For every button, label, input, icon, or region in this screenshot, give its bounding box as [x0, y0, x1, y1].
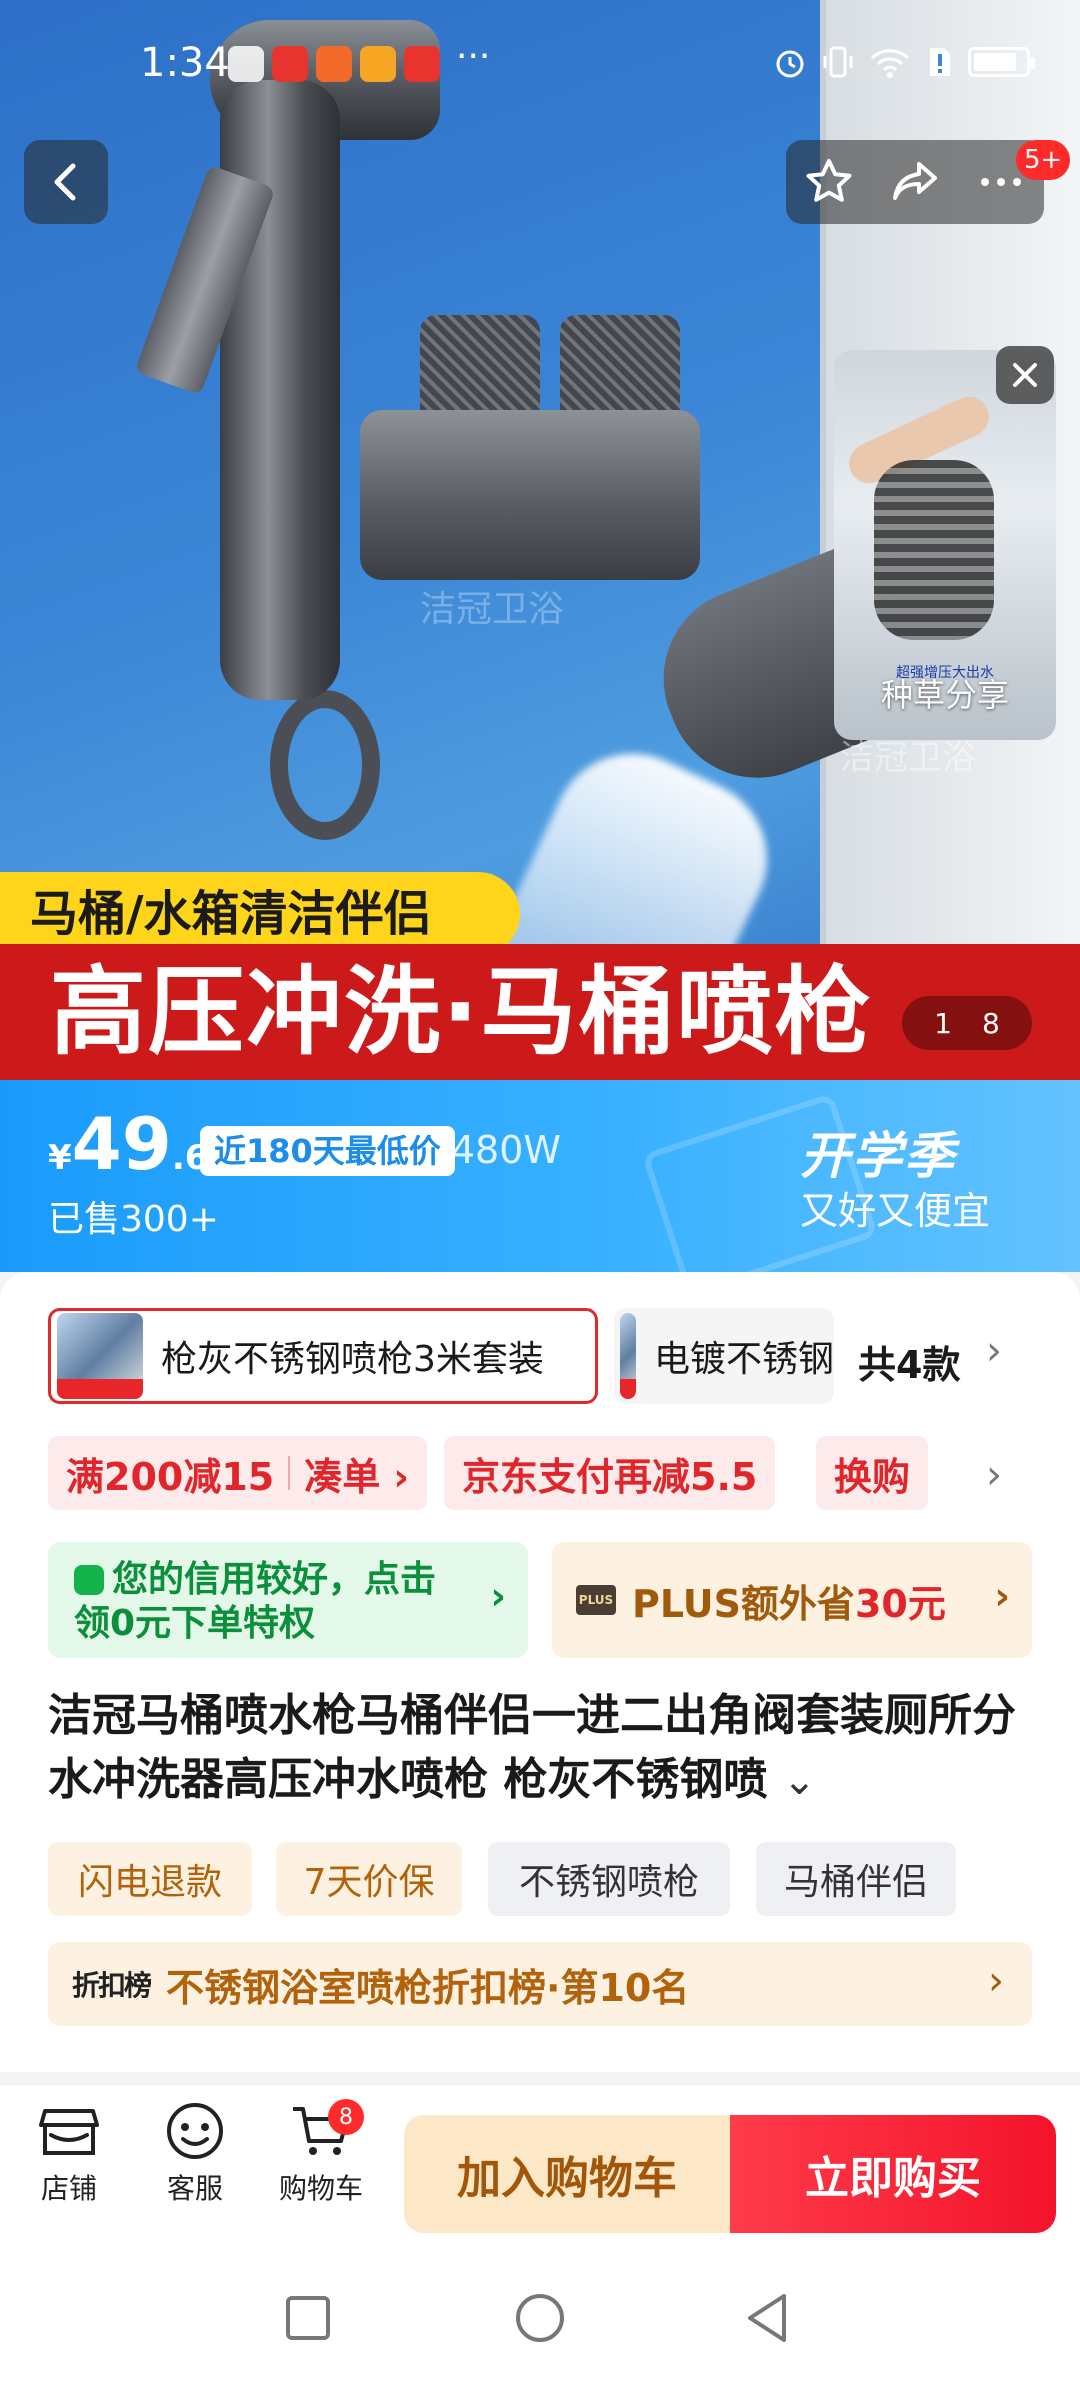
star-icon[interactable]: [803, 156, 855, 208]
variant-thumbnail: [57, 1313, 143, 1399]
app-notification-icon: [316, 46, 352, 82]
product-info-card: 枪灰不锈钢喷枪3米套装 电镀不锈钢 共4款 › 满200减15 凑单 › 京东支…: [0, 1272, 1080, 2072]
status-time: 1:34: [140, 40, 230, 86]
more-notifications-icon: ···: [456, 36, 491, 77]
plus-savings-banner[interactable]: PLUS PLUS额外省 30元 ›: [552, 1542, 1032, 1658]
message-badge: 5+: [1016, 140, 1071, 180]
price: ¥49.6: [48, 1102, 208, 1186]
product-title[interactable]: 洁冠马桶喷水枪马桶伴侣一进二出角阀套装厕所分水冲洗器高压冲水喷枪 枪灰不锈钢喷 …: [48, 1684, 1048, 1813]
image-counter-current: 1: [934, 1006, 952, 1040]
recent-apps-icon[interactable]: [284, 2294, 332, 2342]
exchange-promo[interactable]: 换购: [816, 1436, 929, 1510]
promo-add-items: 凑单 ›: [304, 1454, 410, 1499]
variant-label: 枪灰不锈钢喷枪3米套装: [161, 1339, 544, 1380]
store-icon: [39, 2109, 99, 2155]
system-navigation-bar: [0, 2244, 1080, 2400]
angle-valve: [360, 410, 700, 580]
lowest-price-tag: 近180天最低价: [200, 1126, 455, 1176]
vibrate-icon: [823, 46, 853, 78]
chevron-down-icon[interactable]: ⌄: [783, 1758, 817, 1804]
discount-rank-logo: 折扣榜: [72, 1969, 152, 2002]
promo-season-subtitle: 又好又便宜: [800, 1189, 991, 1233]
shop-label: 店铺: [40, 2172, 97, 2205]
price-currency: ¥: [48, 1138, 72, 1178]
video-thumbnail-hose: [874, 460, 994, 640]
variant-thumbnail: [620, 1313, 636, 1399]
promo-discount: 满200减15: [66, 1454, 275, 1499]
back-nav-icon[interactable]: [744, 2292, 792, 2344]
promo-divider: [288, 1456, 291, 1490]
customer-service-label: 客服: [166, 2172, 223, 2205]
shop-button[interactable]: 店铺: [14, 2101, 124, 2207]
battery-icon: [968, 47, 1035, 77]
tag-price-protection[interactable]: 7天价保: [276, 1842, 462, 1916]
top-action-group: [786, 140, 1044, 224]
back-button[interactable]: [24, 140, 108, 224]
floating-video-close-button[interactable]: [996, 346, 1054, 404]
price-banner: ¥49.6 74257480W 近180天最低价 已售300+ 开学季 又好又便…: [0, 1080, 1080, 1272]
credit-icon: [74, 1565, 104, 1595]
share-icon[interactable]: [889, 156, 941, 208]
discount-rank-text: 不锈钢浴室喷枪折扣榜·第10名: [166, 1965, 690, 2010]
notification-icon: [228, 46, 264, 82]
hose: [270, 690, 380, 840]
variant-label: 电镀不锈钢: [653, 1339, 834, 1380]
chat-face-icon: [167, 2103, 223, 2159]
valve-knob-left: [420, 315, 540, 425]
coupon-promo[interactable]: 满200减15 凑单 ›: [48, 1436, 428, 1510]
tag-fast-refund[interactable]: 闪电退款: [48, 1842, 252, 1916]
buy-now-button[interactable]: 立即购买: [730, 2115, 1056, 2233]
variant-count[interactable]: 共4款: [858, 1334, 960, 1389]
app-notification-icon: [360, 46, 396, 82]
plus-text: PLUS额外省: [632, 1581, 855, 1626]
tag-toilet-companion[interactable]: 马桶伴侣: [756, 1842, 956, 1916]
huawei-app-icon: [272, 46, 308, 82]
image-counter-total: 8: [982, 1006, 1000, 1040]
wifi-icon: [870, 49, 910, 78]
chevron-right-icon: ›: [490, 1574, 506, 1618]
spray-gun-handle: [220, 80, 340, 700]
chevron-right-icon[interactable]: ›: [986, 1452, 1002, 1498]
floating-video-label[interactable]: 种草分享: [834, 670, 1056, 716]
system-status-icons: [772, 44, 1035, 80]
chevron-left-icon: [54, 163, 76, 201]
tag-stainless-gun[interactable]: 不锈钢喷枪: [488, 1842, 730, 1916]
discount-rank-banner[interactable]: 折扣榜 不锈钢浴室喷枪折扣榜·第10名 ›: [48, 1942, 1032, 2026]
valve-knob-right: [560, 315, 680, 425]
credit-privilege-banner[interactable]: 您的信用较好，点击领0元下单特权 ›: [48, 1542, 528, 1658]
alarm-icon: [776, 50, 804, 78]
home-icon[interactable]: [514, 2292, 566, 2344]
bottom-action-bar: 店铺 客服 8 购物车 加入购物车 立即购买: [0, 2084, 1080, 2244]
chevron-right-icon: ›: [994, 1574, 1010, 1618]
customer-service-button[interactable]: 客服: [140, 2101, 250, 2207]
sim-alert-icon: [930, 48, 950, 76]
huawei-app-icon: [404, 46, 440, 82]
close-icon: [1013, 363, 1037, 387]
payment-promo[interactable]: 京东支付再减5.5: [444, 1436, 776, 1510]
add-to-cart-button[interactable]: 加入购物车: [404, 2115, 730, 2233]
sold-count: 已售300+: [48, 1199, 219, 1240]
plus-amount: 30元: [854, 1581, 946, 1626]
cart-button[interactable]: 8 购物车: [266, 2099, 376, 2207]
plus-logo-icon: PLUS: [576, 1585, 616, 1615]
variant-option-selected[interactable]: 枪灰不锈钢喷枪3米套装: [48, 1308, 598, 1404]
product-title-text: 洁冠马桶喷水枪马桶伴侣一进二出角阀套装厕所分水冲洗器高压冲水喷枪 枪灰不锈钢喷: [48, 1690, 1016, 1805]
price-integer: 49: [71, 1102, 172, 1186]
chevron-right-icon[interactable]: ›: [986, 1328, 1002, 1374]
watermark: 洁冠卫浴: [420, 589, 565, 630]
cart-label: 购物车: [278, 2172, 363, 2205]
promo-season-title: 开学季: [800, 1127, 956, 1185]
credit-text: 您的信用较好，点击领0元下单特权: [74, 1559, 437, 1644]
cart-badge: 8: [328, 2099, 364, 2135]
image-counter: 1 8: [902, 996, 1032, 1050]
variant-option[interactable]: 电镀不锈钢: [614, 1308, 834, 1404]
chevron-right-icon: ›: [988, 1958, 1004, 2004]
status-bar: 1:34 ···: [0, 0, 1080, 130]
